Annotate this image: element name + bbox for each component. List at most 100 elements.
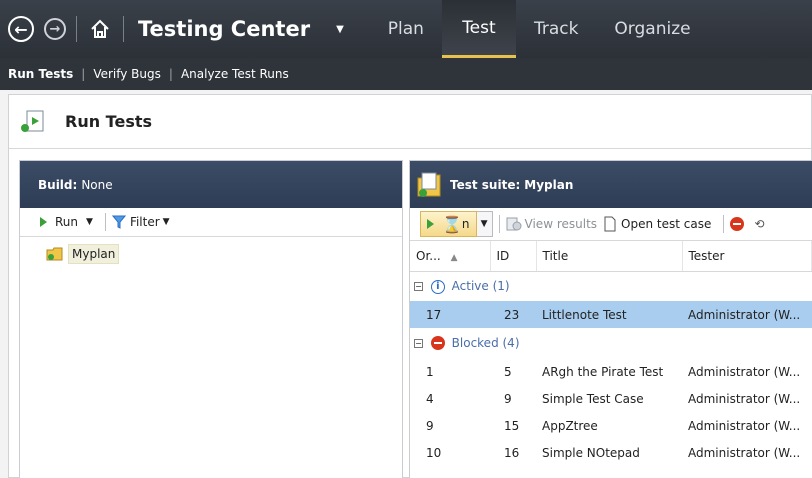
cell-id: 16 [504,445,520,460]
test-points-grid: Or... ▲ ID Title Tester − i Active (1) 1… [410,241,812,466]
test-plan-pane: Build: None Run ▼ Filter ▼ Myplan [19,160,403,478]
filter-button[interactable]: Filter ▼ [111,215,170,229]
view-results-icon [506,217,522,231]
cell-order: 17 [410,301,490,328]
left-toolbar: Run ▼ Filter ▼ [20,208,402,237]
app-title: Testing Center [138,17,311,41]
view-results-button[interactable]: View results [506,216,598,232]
table-row[interactable]: 1 5 ARgh the Pirate Test Administrator (… [410,358,812,385]
build-value[interactable]: None [81,178,112,192]
top-nav-bar: ← → Testing Center ▼ Plan Test Track Org… [0,0,812,58]
document-icon [604,216,616,232]
tab-plan[interactable]: Plan [370,0,442,58]
build-header: Build: None [20,161,402,208]
sort-ascending-icon: ▲ [450,252,458,263]
cell-tester: Administrator (W... [688,445,801,460]
run-button[interactable]: Run ▼ [40,215,93,229]
run-tests-label: n [461,217,470,231]
nav-divider [123,16,124,42]
cell-id: 9 [504,391,512,406]
cell-title: Littlenote Test [536,301,682,328]
back-button[interactable]: ← [8,16,34,42]
table-row[interactable]: 17 23 Littlenote Test Administrator (W..… [410,301,812,328]
play-icon [427,219,434,229]
blocked-status-icon [430,336,445,351]
column-header-tester[interactable]: Tester [682,241,812,272]
group-label: Active (1) [451,279,510,293]
run-label: Run [55,215,79,229]
column-header-id[interactable]: ID [490,241,537,272]
run-tests-button[interactable]: ⌛ n [420,211,477,237]
tree-item-myplan[interactable]: Myplan [46,244,120,264]
block-test-icon[interactable] [730,217,745,231]
test-suite-header: Test suite: Myplan [410,161,812,208]
hourglass-cursor-icon: ⌛ [442,214,462,234]
cell-order: 4 [426,391,434,406]
forward-arrow-icon: → [49,21,61,37]
sub-nav: Run Tests | Verify Bugs | Analyze Test R… [0,58,812,90]
run-tests-icon [21,110,44,132]
group-label: Blocked (4) [451,335,520,350]
cell-id: 5 [504,364,512,379]
page-title: Run Tests [65,112,153,131]
group-row-blocked[interactable]: − Blocked (4) [410,328,812,358]
cell-title: Simple NOtepad [542,445,640,460]
cell-id: 23 [490,301,536,328]
reset-test-icon[interactable]: ⟲ [754,217,764,231]
active-status-icon: i [430,279,445,294]
suite-value: Myplan [524,177,574,192]
subnav-verify-bugs[interactable]: Verify Bugs [85,67,169,81]
home-icon [91,19,109,38]
forward-button[interactable]: → [44,18,66,40]
open-test-case-label: Open test case [621,217,712,231]
subnav-analyze-test-runs[interactable]: Analyze Test Runs [173,67,297,81]
right-toolbar: ⌛ n ▼ View results Open test case ⟲ [410,208,812,241]
cell-tester: Administrator (W... [688,364,801,379]
toolbar-divider [723,215,725,233]
collapse-icon[interactable]: − [414,282,423,291]
group-row-active[interactable]: − i Active (1) [410,271,812,301]
column-header-title[interactable]: Title [536,241,683,272]
cell-tester: Administrator (W... [688,418,801,433]
back-arrow-icon: ← [14,19,28,39]
tree-item-label: Myplan [68,244,120,264]
toolbar-divider [104,213,106,231]
view-results-label: View results [524,217,598,231]
run-tests-page: Run Tests Build: None Run ▼ Filter ▼ Myp… [8,94,812,478]
table-row[interactable]: 4 9 Simple Test Case Administrator (W... [410,385,812,412]
build-label: Build: [38,177,78,192]
run-options-dropdown[interactable]: ▼ [476,211,493,237]
suite-label: Test suite: [450,177,521,192]
home-button[interactable] [87,16,113,42]
table-row[interactable]: 9 15 AppZtree Administrator (W... [410,412,812,439]
column-header-order[interactable]: Or... ▲ [410,241,491,272]
toolbar-divider [498,215,500,233]
test-suite-pane: Test suite: Myplan ⌛ n ▼ View results Op… [409,160,812,478]
cell-title: ARgh the Pirate Test [542,364,664,379]
grid-header-row: Or... ▲ ID Title Tester [410,241,812,272]
app-menu-caret-icon[interactable]: ▼ [336,24,344,35]
cell-id: 15 [504,418,520,433]
cell-tester: Administrator (W... [688,391,801,406]
test-plan-icon [46,247,63,261]
filter-label: Filter [129,215,160,229]
table-row[interactable]: 10 16 Simple NOtepad Administrator (W... [410,439,812,466]
open-test-case-button[interactable]: Open test case [603,216,711,232]
play-icon [40,217,47,227]
chevron-down-icon[interactable]: ▼ [163,217,170,227]
subnav-run-tests[interactable]: Run Tests [0,67,81,81]
tab-track[interactable]: Track [516,0,596,58]
nav-divider [76,16,77,42]
cell-title: AppZtree [542,418,598,433]
tab-test[interactable]: Test [441,0,516,58]
cell-title: Simple Test Case [542,391,644,406]
cell-tester: Administrator (W... [682,301,812,328]
cell-order: 1 [426,364,434,379]
cell-order: 9 [426,418,434,433]
chevron-down-icon: ▼ [480,219,488,229]
filter-icon [111,215,126,229]
page-header: Run Tests [9,95,811,149]
chevron-down-icon[interactable]: ▼ [86,217,93,227]
tab-organize[interactable]: Organize [596,0,708,58]
collapse-icon[interactable]: − [414,338,423,348]
